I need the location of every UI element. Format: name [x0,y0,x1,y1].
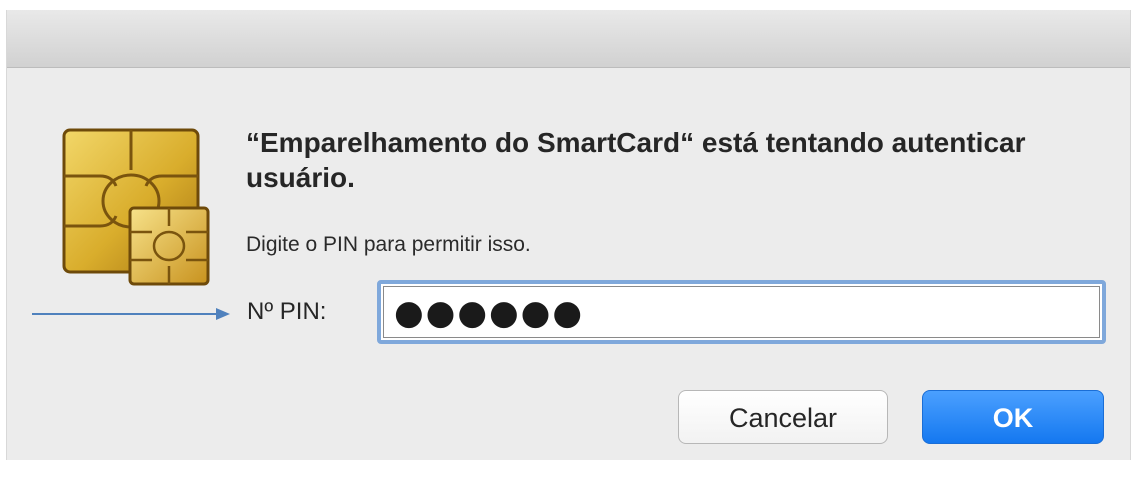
pin-label: Nº PIN: [247,298,327,325]
ok-button[interactable]: OK [922,390,1104,444]
annotation-arrow-icon [32,308,230,320]
cancel-button[interactable]: Cancelar [678,390,888,444]
pin-field-focus-ring: ●●●●●● [377,280,1106,344]
dialog-title-bar[interactable] [7,10,1130,68]
screen: “Emparelhamento do SmartCard“ está tenta… [0,0,1141,486]
dialog-subtext: Digite o PIN para permitir isso. [246,233,531,256]
dialog-headline: “Emparelhamento do SmartCard“ está tenta… [246,127,1026,193]
pin-input[interactable]: ●●●●●● [383,286,1100,338]
smartcard-chip-icon [62,128,210,286]
